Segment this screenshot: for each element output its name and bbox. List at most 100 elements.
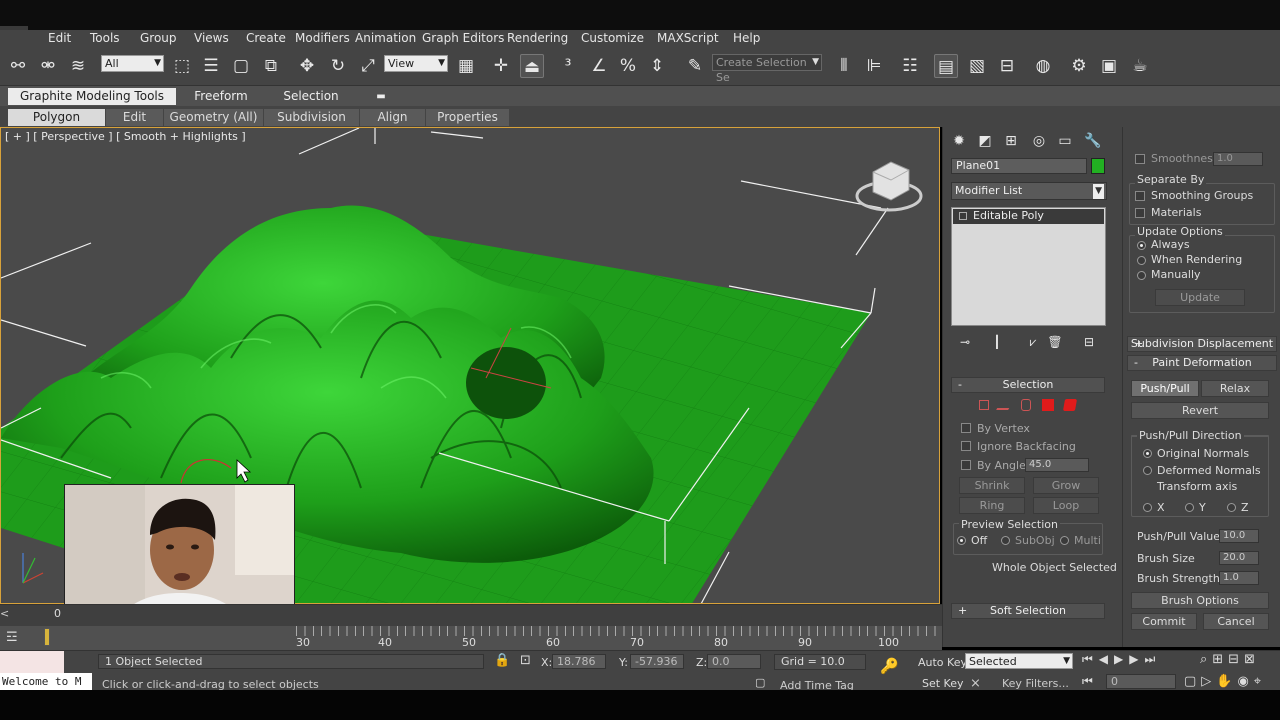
unlink-icon[interactable]: ⚮ bbox=[36, 54, 60, 78]
named-selection-sets-dropdown[interactable]: Create Selection Se ▼ bbox=[712, 54, 822, 84]
key-filters-button[interactable]: Key Filters... bbox=[1002, 677, 1069, 690]
subdivision-displacement-rollout[interactable]: + Subdivision Displacement bbox=[1127, 336, 1277, 352]
by-angle-checkbox[interactable] bbox=[961, 460, 971, 470]
vertex-mode-icon[interactable] bbox=[979, 400, 989, 410]
tab-freeform[interactable]: Freeform bbox=[180, 88, 262, 105]
window-crossing-icon[interactable]: ⧉ bbox=[259, 54, 283, 78]
viewport-nav-controls-2[interactable]: ▢▷✋◉⌖ bbox=[1184, 674, 1266, 689]
panel-properties[interactable]: Properties bbox=[426, 109, 510, 126]
configure-sets-icon[interactable]: ⊟ bbox=[1077, 330, 1101, 354]
smoothing-groups-checkbox[interactable] bbox=[1135, 191, 1145, 201]
tab-selection[interactable]: Selection bbox=[270, 88, 352, 105]
ref-coord-dropdown[interactable]: View ▼ bbox=[384, 55, 448, 72]
mirror-icon[interactable]: ⫴ bbox=[832, 54, 856, 78]
select-manipulate-icon[interactable]: ✛ bbox=[489, 54, 513, 78]
edit-named-selection-icon[interactable]: ✎ bbox=[683, 54, 707, 78]
brush-options-button[interactable]: Brush Options bbox=[1131, 592, 1269, 609]
spinner-snap-icon[interactable]: ⇕ bbox=[645, 54, 669, 78]
display-tab-icon[interactable]: ▭ bbox=[1053, 129, 1077, 153]
select-link-icon[interactable]: ⚯ bbox=[6, 54, 30, 78]
panel-align[interactable]: Align bbox=[360, 109, 426, 126]
time-slider[interactable]: < 0 bbox=[0, 604, 942, 626]
menu-edit[interactable]: Edit bbox=[48, 31, 71, 45]
material-editor-icon[interactable]: ◍ bbox=[1031, 54, 1055, 78]
materials-checkbox[interactable] bbox=[1135, 208, 1145, 218]
render-production-icon[interactable]: ☕ bbox=[1128, 54, 1152, 78]
add-time-tag-icon[interactable]: ▢ bbox=[755, 676, 765, 689]
expand-icon[interactable] bbox=[959, 212, 967, 220]
panel-edit[interactable]: Edit bbox=[106, 109, 164, 126]
mini-curve-editor-icon[interactable]: ☲ bbox=[6, 630, 28, 646]
make-unique-icon[interactable]: ⩗ bbox=[1021, 330, 1045, 354]
z-coordinate-field[interactable]: 0.0 bbox=[707, 654, 761, 669]
menu-help[interactable]: Help bbox=[733, 31, 760, 45]
shrink-button[interactable]: Shrink bbox=[959, 477, 1025, 494]
deformed-normals-radio[interactable] bbox=[1143, 466, 1152, 475]
loop-button[interactable]: Loop bbox=[1033, 497, 1099, 514]
percent-snap-icon[interactable]: % bbox=[616, 54, 640, 78]
manually-radio[interactable] bbox=[1137, 271, 1146, 280]
push-pull-button[interactable]: Push/Pull bbox=[1131, 380, 1199, 397]
lock-icon[interactable]: 🔒 bbox=[494, 653, 510, 668]
maxscript-mini-listener[interactable]: Welcome to M bbox=[0, 673, 92, 690]
auto-key-button[interactable]: Auto Key bbox=[918, 656, 967, 669]
hierarchy-tab-icon[interactable]: ⊞ bbox=[999, 129, 1023, 153]
frame-marker[interactable] bbox=[44, 628, 50, 646]
key-mode-toggle-icon[interactable]: ⏮ bbox=[1082, 674, 1093, 689]
push-pull-value-spinner[interactable]: 10.0 bbox=[1219, 529, 1259, 543]
utilities-tab-icon[interactable]: 🔧 bbox=[1081, 129, 1105, 153]
grow-button[interactable]: Grow bbox=[1033, 477, 1099, 494]
preview-subobj-radio[interactable] bbox=[1001, 536, 1010, 545]
curve-editor-icon[interactable]: ▧ bbox=[965, 54, 989, 78]
motion-tab-icon[interactable]: ◎ bbox=[1027, 129, 1051, 153]
snaps-toggle-icon[interactable]: ³ bbox=[556, 54, 580, 78]
modifier-stack[interactable]: Editable Poly bbox=[951, 207, 1106, 326]
key-tangent-icon[interactable]: ⨯ bbox=[970, 676, 981, 691]
smoothness-spinner[interactable]: 1.0 bbox=[1213, 152, 1263, 166]
always-radio[interactable] bbox=[1137, 241, 1146, 250]
pin-stack-icon[interactable]: ⊸ bbox=[953, 330, 977, 354]
move-icon[interactable]: ✥ bbox=[295, 54, 319, 78]
angle-snap-icon[interactable]: ∠ bbox=[587, 54, 611, 78]
cancel-button[interactable]: Cancel bbox=[1203, 613, 1269, 630]
ribbon-toggle-icon[interactable]: ▤ bbox=[934, 54, 958, 78]
time-slider-left-arrow[interactable]: < bbox=[0, 607, 10, 620]
modifier-list-dropdown[interactable]: Modifier List ▼ bbox=[951, 182, 1107, 200]
rendered-frame-window-icon[interactable]: ▣ bbox=[1097, 54, 1121, 78]
select-object-icon[interactable]: ⬚ bbox=[170, 54, 194, 78]
panel-polygon-modeling[interactable]: Polygon Modeling bbox=[8, 109, 106, 141]
select-by-name-icon[interactable]: ☰ bbox=[199, 54, 223, 78]
current-frame-field[interactable]: 0 bbox=[1106, 674, 1176, 689]
track-bar[interactable]: ☲ 30 40 50 60 70 80 90 100 bbox=[0, 626, 942, 650]
menu-maxscript[interactable]: MAXScript bbox=[657, 31, 719, 45]
show-end-result-icon[interactable]: ┃ bbox=[985, 330, 1009, 354]
edge-mode-icon[interactable] bbox=[996, 400, 1014, 410]
keyboard-shortcut-override-icon[interactable]: ⏏ bbox=[520, 54, 544, 78]
menu-customize[interactable]: Customize bbox=[581, 31, 644, 45]
object-color-swatch[interactable] bbox=[1091, 158, 1105, 174]
original-normals-radio[interactable] bbox=[1143, 449, 1152, 458]
rect-selection-icon[interactable]: ▢ bbox=[229, 54, 253, 78]
polygon-mode-icon[interactable] bbox=[1042, 399, 1054, 411]
render-setup-icon[interactable]: ⚙ bbox=[1067, 54, 1091, 78]
relax-button[interactable]: Relax bbox=[1201, 380, 1269, 397]
ring-button[interactable]: Ring bbox=[959, 497, 1025, 514]
border-mode-icon[interactable] bbox=[1021, 399, 1031, 411]
rotate-icon[interactable]: ↻ bbox=[326, 54, 350, 78]
viewcube-icon[interactable] bbox=[855, 161, 923, 212]
paint-deformation-rollout[interactable]: - Paint Deformation bbox=[1127, 355, 1277, 371]
absolute-mode-icon[interactable]: ⊡ bbox=[520, 653, 531, 668]
menu-graph-editors[interactable]: Graph Editors bbox=[422, 31, 504, 45]
y-coordinate-field[interactable]: -57.936 bbox=[630, 654, 684, 669]
by-angle-spinner[interactable]: 45.0 bbox=[1025, 458, 1089, 472]
x-coordinate-field[interactable]: 18.786 bbox=[552, 654, 606, 669]
remove-modifier-icon[interactable]: 🗑 bbox=[1043, 330, 1067, 354]
create-tab-icon[interactable]: ✹ bbox=[947, 129, 971, 153]
by-vertex-checkbox[interactable] bbox=[961, 423, 971, 433]
ignore-backfacing-checkbox[interactable] bbox=[961, 441, 971, 451]
brush-strength-spinner[interactable]: 1.0 bbox=[1219, 571, 1259, 585]
key-icon[interactable]: 🔑 bbox=[880, 657, 899, 675]
align-icon[interactable]: ⊫ bbox=[862, 54, 886, 78]
viewport-nav-controls[interactable]: ⌕⊞⊟⊠ bbox=[1200, 652, 1260, 667]
preview-off-radio[interactable] bbox=[957, 536, 966, 545]
